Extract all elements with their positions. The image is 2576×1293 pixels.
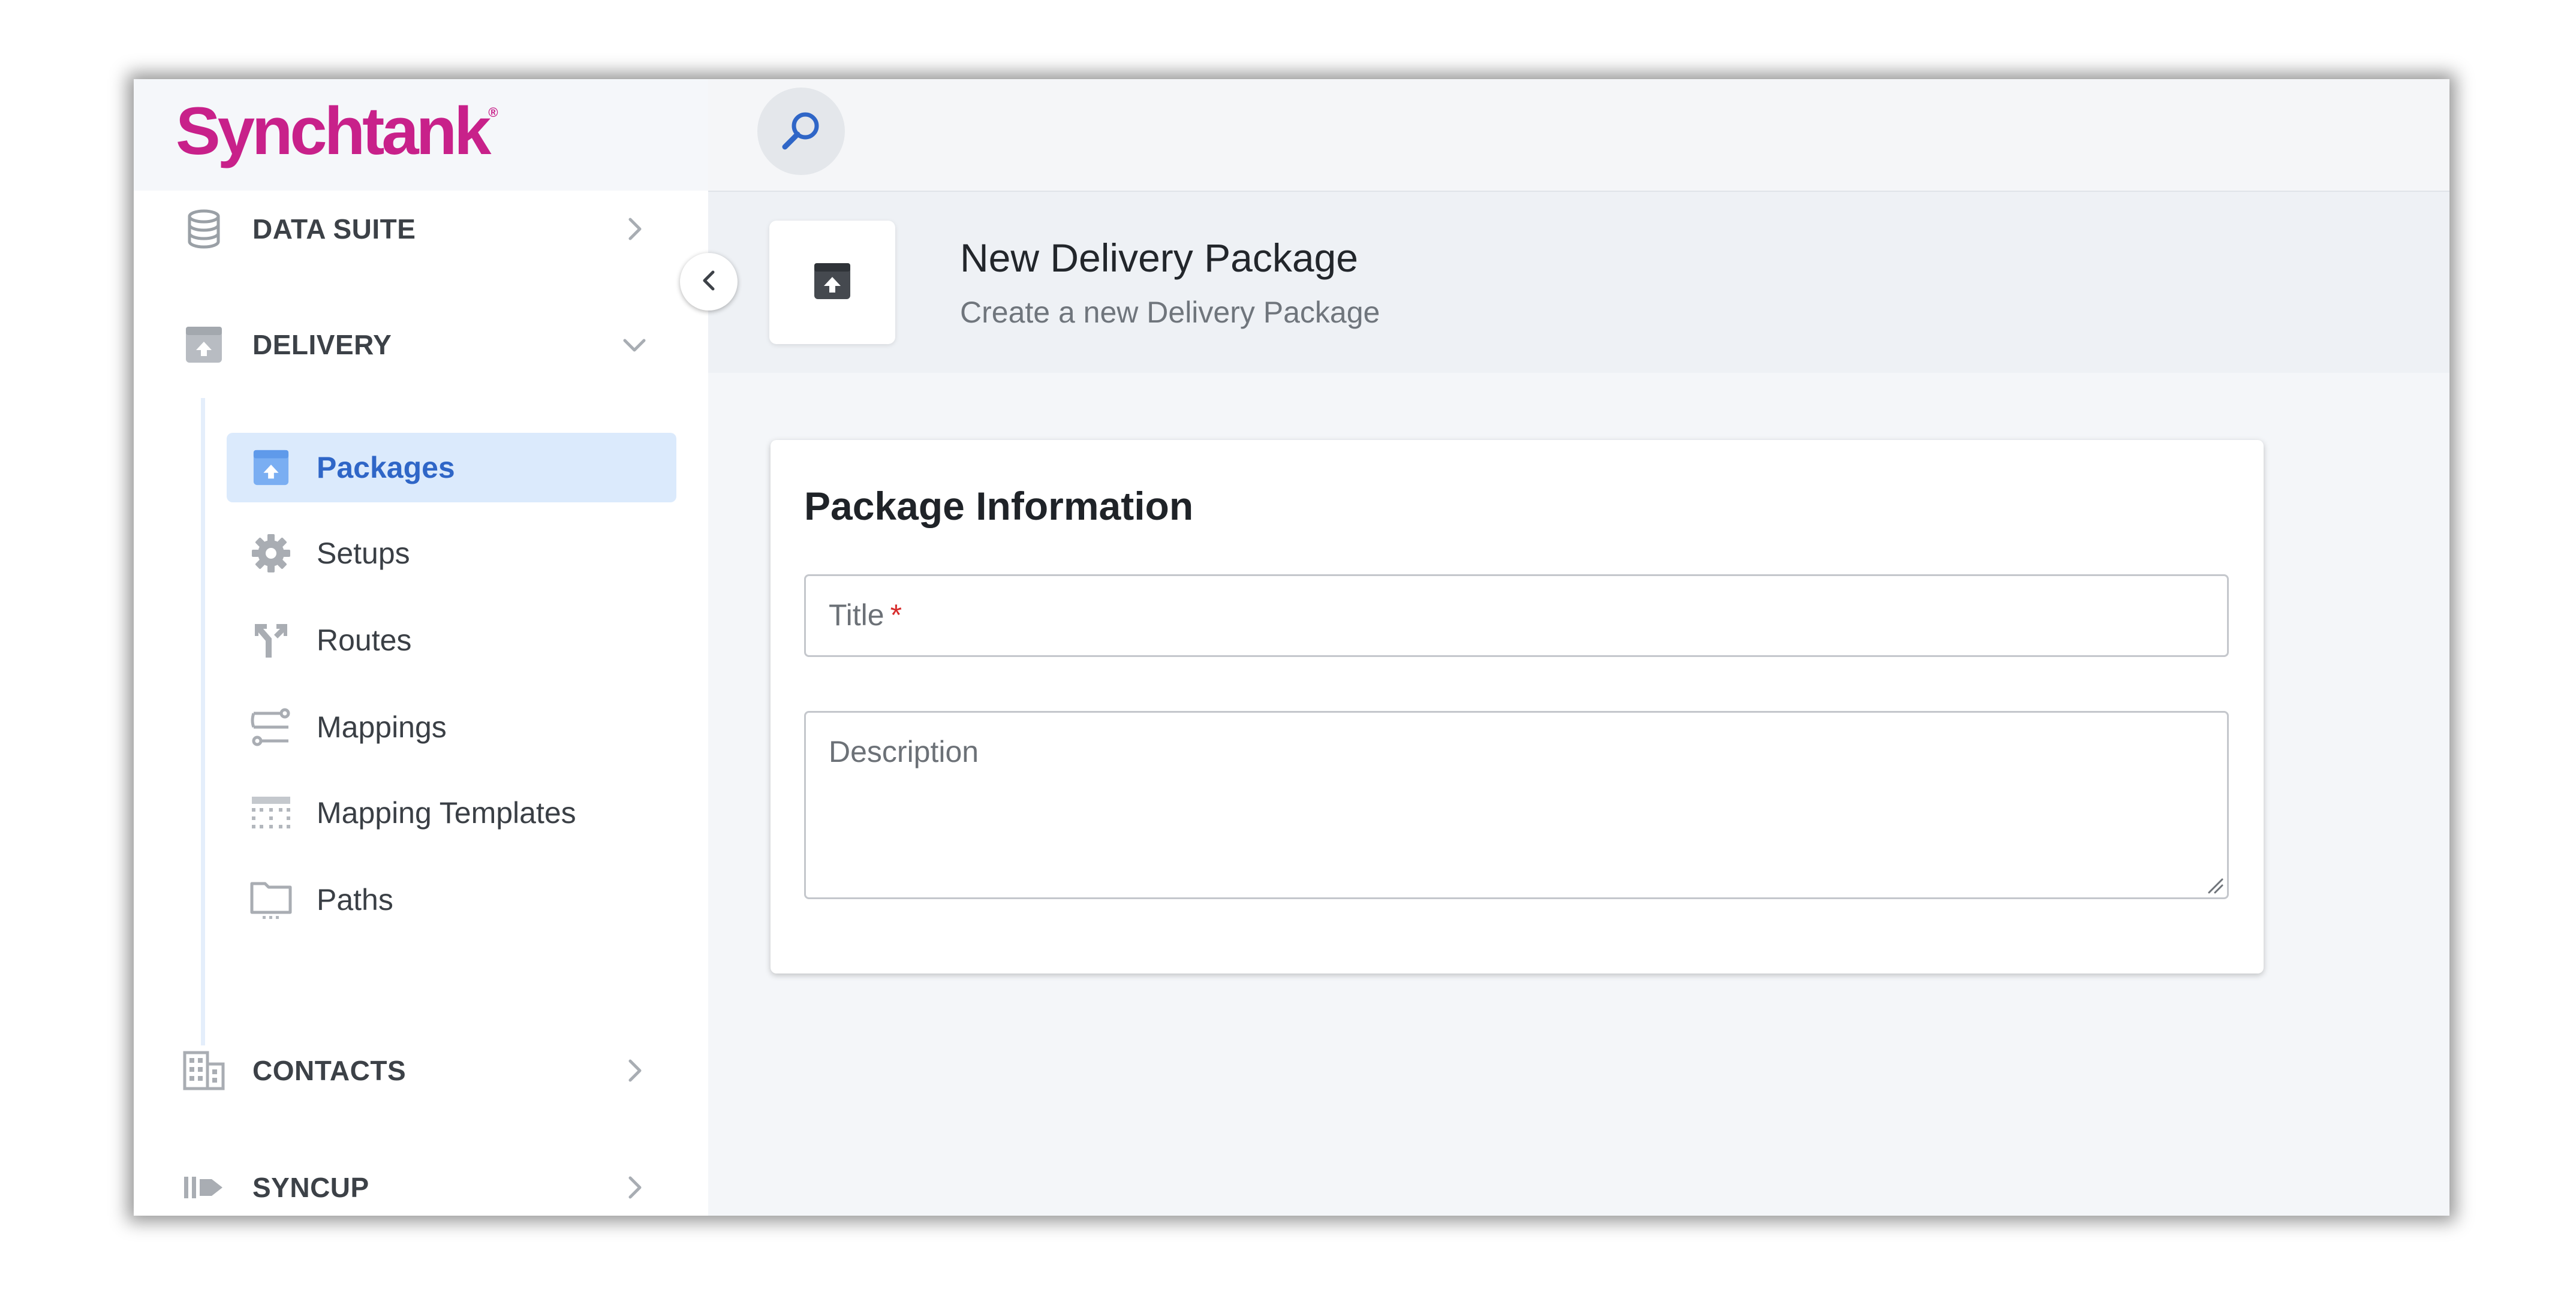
sidebar-item-setups[interactable]: Setups xyxy=(227,519,676,588)
required-asterisk: * xyxy=(890,598,902,632)
sidebar-section-label: CONTACTS xyxy=(252,1055,407,1086)
sidebar-section-label: DATA SUITE xyxy=(252,213,416,245)
sidebar-item-packages[interactable]: Packages xyxy=(227,433,676,502)
card-title: Package Information xyxy=(804,484,1194,528)
folder-icon xyxy=(249,878,293,921)
sidebar-item-label: Mappings xyxy=(317,710,447,744)
route-split-icon xyxy=(249,619,293,662)
delivery-tree-line xyxy=(201,398,205,1045)
archive-box-icon xyxy=(249,446,293,489)
sidebar-item-label: Routes xyxy=(317,623,412,657)
chevron-right-icon xyxy=(613,208,655,250)
building-icon xyxy=(183,1050,225,1092)
title-label-text: Title xyxy=(829,598,884,632)
sidebar-item-label: Mapping Templates xyxy=(317,796,576,830)
description-field-label: Description xyxy=(829,735,979,768)
chevron-down-icon xyxy=(613,324,655,366)
logo-area: Synchtank® xyxy=(134,79,708,191)
logo-text: Synchtank xyxy=(176,94,491,168)
description-field[interactable]: Description xyxy=(804,711,2229,899)
chevron-left-icon xyxy=(700,269,718,296)
logo-registered-mark: ® xyxy=(488,105,498,120)
synchtank-logo[interactable]: Synchtank® xyxy=(176,92,498,170)
sidebar-item-label: Setups xyxy=(317,537,410,570)
database-icon xyxy=(183,208,225,250)
sidebar: Synchtank® DATA SUITE DELIVERY Packages … xyxy=(134,79,708,1216)
header-icon-box xyxy=(769,221,895,344)
chevron-right-icon xyxy=(613,1167,655,1208)
page-subtitle: Create a new Delivery Package xyxy=(960,296,1380,329)
search-icon xyxy=(779,108,823,155)
sidebar-section-label: DELIVERY xyxy=(252,329,392,360)
syncup-icon xyxy=(183,1167,225,1208)
sidebar-item-mappings[interactable]: Mappings xyxy=(227,692,676,762)
gear-icon xyxy=(249,532,293,575)
sidebar-item-paths[interactable]: Paths xyxy=(227,865,676,935)
sidebar-section-label: SYNCUP xyxy=(252,1172,369,1203)
page-header: New Delivery Package Create a new Delive… xyxy=(708,192,2449,373)
sidebar-section-delivery[interactable]: DELIVERY xyxy=(134,309,708,381)
sidebar-item-label: Packages xyxy=(317,451,455,484)
archive-box-icon xyxy=(183,324,225,366)
sidebar-section-data-suite[interactable]: DATA SUITE xyxy=(134,193,708,265)
top-bar xyxy=(708,79,2449,192)
table-template-icon xyxy=(249,791,293,834)
collapse-sidebar-button[interactable] xyxy=(680,253,738,311)
page-title: New Delivery Package xyxy=(960,236,1358,280)
sidebar-item-label: Paths xyxy=(317,883,393,917)
package-information-card: Package Information Title * Description xyxy=(771,440,2264,973)
archive-box-icon xyxy=(812,261,852,304)
chevron-right-icon xyxy=(613,1050,655,1092)
sidebar-item-mapping-templates[interactable]: Mapping Templates xyxy=(227,778,676,848)
sidebar-section-syncup[interactable]: SYNCUP xyxy=(134,1152,708,1216)
mapping-icon xyxy=(249,706,293,749)
sidebar-item-routes[interactable]: Routes xyxy=(227,605,676,675)
app-window: Synchtank® DATA SUITE DELIVERY Packages … xyxy=(134,79,2449,1216)
resize-handle-icon[interactable] xyxy=(2205,876,2223,894)
search-button[interactable] xyxy=(757,88,845,175)
title-field-label: Title * xyxy=(829,598,902,632)
sidebar-section-contacts[interactable]: CONTACTS xyxy=(134,1035,708,1107)
title-field[interactable]: Title * xyxy=(804,574,2229,657)
